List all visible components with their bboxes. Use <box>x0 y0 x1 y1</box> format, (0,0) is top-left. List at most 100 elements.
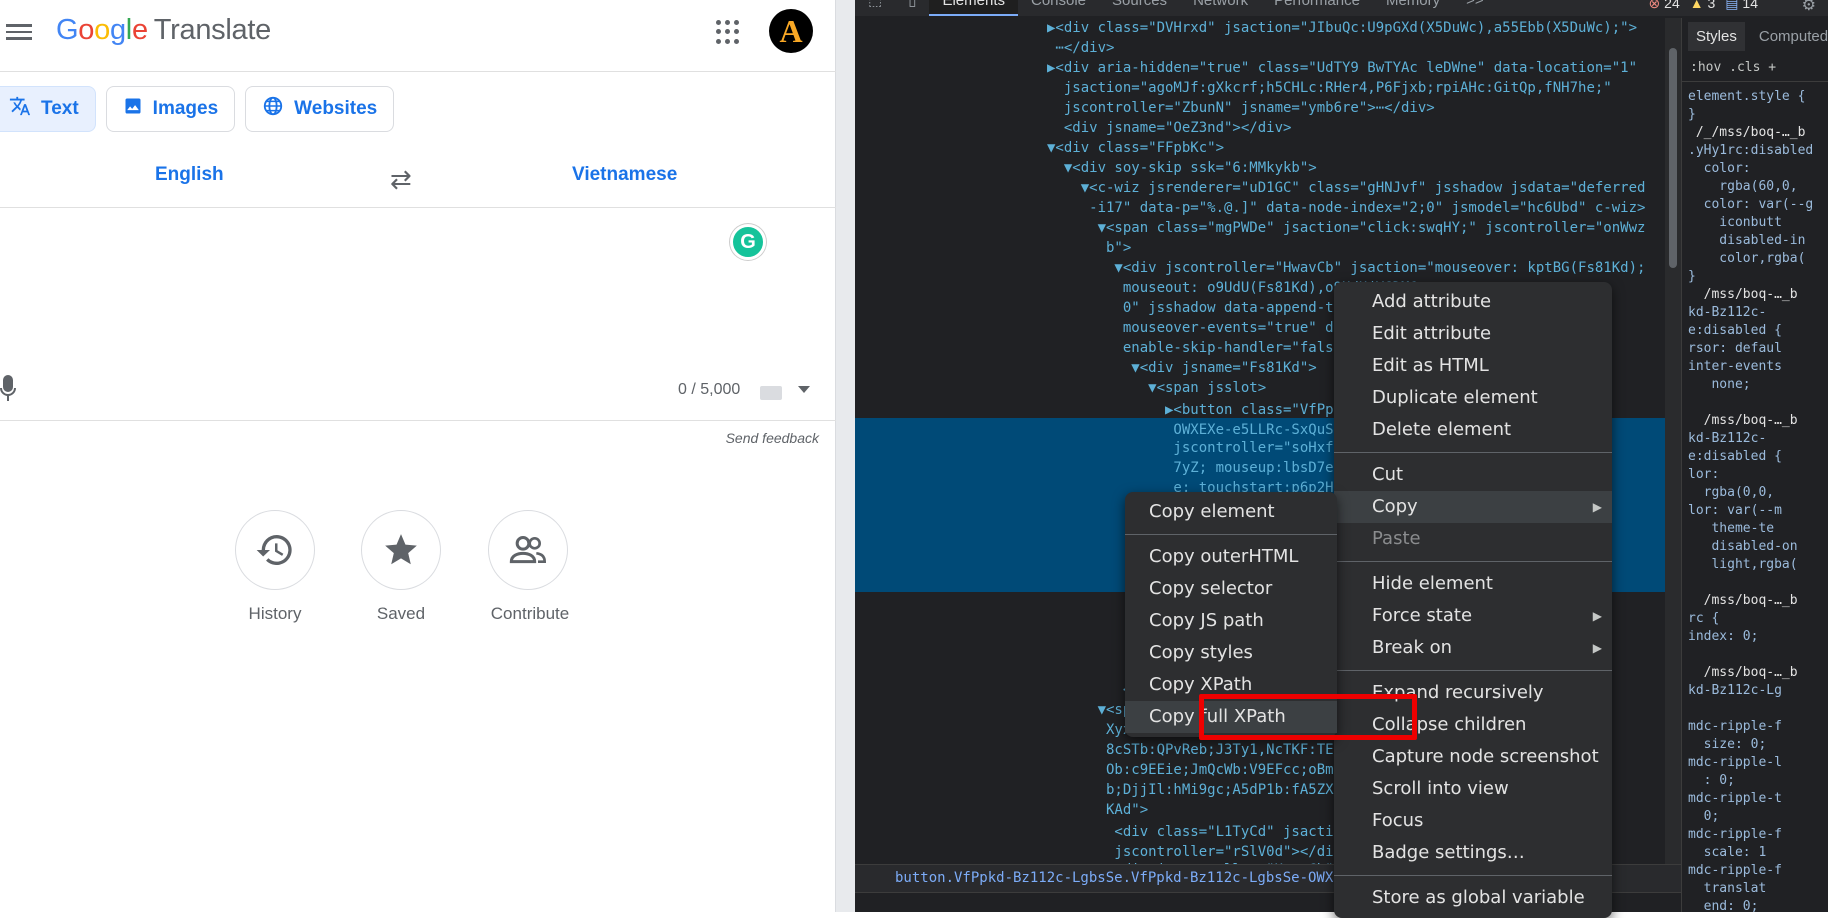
context-menu-item[interactable]: Add attribute <box>1334 286 1612 318</box>
style-rule-line[interactable]: iconbutt <box>1688 214 1782 232</box>
style-rule-line[interactable]: lor: <box>1688 466 1719 484</box>
more-tabs-icon[interactable]: >> <box>1453 0 1497 16</box>
context-menu-item[interactable]: Duplicate element <box>1334 382 1612 414</box>
context-menu-item[interactable]: Capture node screenshot <box>1334 741 1612 773</box>
context-menu-item[interactable]: Delete element <box>1334 414 1612 446</box>
avatar[interactable]: A <box>769 9 813 53</box>
style-rule-line[interactable]: rc { <box>1688 610 1719 628</box>
context-menu-item[interactable]: Scroll into view <box>1334 773 1612 805</box>
tab-images[interactable]: Images <box>105 86 236 132</box>
inspect-icon[interactable]: ⬚ <box>855 0 895 16</box>
swap-languages-icon[interactable]: ⇄ <box>390 164 412 195</box>
microphone-icon[interactable] <box>0 375 16 403</box>
main-menu-icon[interactable] <box>6 20 32 42</box>
copy-menu-item[interactable]: Copy selector <box>1125 573 1337 605</box>
copy-menu-item[interactable]: Copy JS path <box>1125 605 1337 637</box>
dom-node-line[interactable]: ▼<span jsslot> <box>1047 378 1266 398</box>
apps-grid-icon[interactable] <box>716 20 740 44</box>
tab-elements[interactable]: Elements <box>929 0 1018 16</box>
dom-node-line[interactable]: b"> <box>1047 238 1131 258</box>
style-rule-line[interactable]: .yHy1rc:disabled <box>1688 142 1813 160</box>
dom-node-line[interactable]: ▼<div soy-skip ssk="6:MMkykb"> <box>1047 158 1317 178</box>
dom-node-line[interactable]: <div jsname="OeZ3nd"></div> <box>1047 118 1292 138</box>
saved-button[interactable]: Saved <box>361 510 441 624</box>
context-menu-item[interactable]: Edit attribute <box>1334 318 1612 350</box>
tab-performance[interactable]: Performance <box>1261 0 1373 16</box>
context-menu-item[interactable]: Copy ▶ <box>1334 491 1612 523</box>
dom-node-line[interactable]: jscontroller="ZbunN" jsname="ymb6re">⋯</… <box>1047 98 1435 118</box>
dom-node-line[interactable]: ▼<div jscontroller="HwavCb" jsaction="mo… <box>1047 258 1645 278</box>
style-rule-line[interactable]: /mss/boq-…_b <box>1688 412 1798 430</box>
history-button[interactable]: History <box>235 510 315 624</box>
style-rule-line[interactable]: e:disabled { <box>1688 448 1782 466</box>
dom-node-line[interactable]: -i17" data-p="%.@.]" data-node-index="2;… <box>1047 198 1645 218</box>
style-rule-line[interactable]: mdc-ripple-f <box>1688 826 1782 844</box>
send-feedback-link[interactable]: Send feedback <box>726 430 819 446</box>
google-translate-logo[interactable]: Google Translate <box>56 14 271 47</box>
style-rule-line[interactable]: 0; <box>1688 808 1720 826</box>
context-menu-item[interactable]: Cut <box>1334 459 1612 491</box>
style-rule-line[interactable]: inter-events <box>1688 358 1782 376</box>
style-rule-line[interactable]: scale: 1 <box>1688 844 1767 862</box>
dom-node-line[interactable]: ▼<div class="FFpbKc"> <box>1047 138 1224 158</box>
copy-menu-item[interactable]: Copy styles <box>1125 637 1337 669</box>
source-language-button[interactable]: English <box>155 164 224 186</box>
style-rule-line[interactable]: lor: var(--m <box>1688 502 1782 520</box>
style-rule-line[interactable]: rgba(0,0, <box>1688 484 1774 502</box>
style-rule-line[interactable]: /mss/boq-…_b <box>1688 286 1798 304</box>
style-rule-line[interactable]: color: <box>1688 160 1751 178</box>
tab-websites[interactable]: Websites <box>245 86 395 132</box>
panel-splitter[interactable] <box>836 0 855 912</box>
style-rule-line[interactable]: mdc-ripple-t <box>1688 790 1782 808</box>
style-rule-line[interactable]: index: 0; <box>1688 628 1758 646</box>
dom-node-line[interactable]: ▶<div aria-hidden="true" class="UdTY9 Bw… <box>1047 58 1637 78</box>
tab-styles[interactable]: Styles <box>1688 21 1745 51</box>
issue-badges[interactable]: ⊗ 24 ▲ 3 ▤ 14 <box>1649 0 1758 12</box>
style-rule-line[interactable]: rsor: defaul <box>1688 340 1782 358</box>
styles-filter-bar[interactable]: :hov .cls + <box>1682 54 1828 82</box>
dom-node-line[interactable]: KAd"> <box>1047 800 1148 820</box>
style-rule-line[interactable]: theme-te <box>1688 520 1774 538</box>
style-rule-line[interactable]: translat <box>1688 880 1767 898</box>
style-rule-line[interactable]: : 0; <box>1688 772 1735 790</box>
context-menu-item[interactable]: Badge settings… <box>1334 837 1612 869</box>
context-menu-item[interactable]: Store as global variable <box>1334 882 1612 914</box>
chevron-down-icon[interactable] <box>798 386 810 393</box>
style-rule-line[interactable]: /_/mss/boq-…_b <box>1688 124 1806 142</box>
style-rule-line[interactable]: size: 0; <box>1688 736 1767 754</box>
tab-memory[interactable]: Memory <box>1373 0 1453 16</box>
style-rule-line[interactable]: e:disabled { <box>1688 322 1782 340</box>
style-rule-line[interactable]: mdc-ripple-l <box>1688 754 1782 772</box>
target-language-button[interactable]: Vietnamese <box>572 164 677 186</box>
tab-computed[interactable]: Computed <box>1759 28 1828 45</box>
style-rule-line[interactable]: color: var(--g <box>1688 196 1814 214</box>
context-menu-item[interactable]: Edit as HTML <box>1334 350 1612 382</box>
style-rule-line[interactable]: kd-Bz112c- <box>1688 430 1766 448</box>
style-rule-line[interactable]: mdc-ripple-f <box>1688 862 1782 880</box>
copy-menu-item[interactable]: Copy outerHTML <box>1125 541 1337 573</box>
dom-node-line[interactable]: ⋯</div> <box>1047 38 1114 58</box>
style-rule-line[interactable]: kd-Bz112c- <box>1688 304 1766 322</box>
style-rule-line[interactable]: } <box>1688 106 1696 124</box>
tab-sources[interactable]: Sources <box>1099 0 1180 16</box>
dom-node-line[interactable]: ▼<span class="mgPWDe" jsaction="click:sw… <box>1047 218 1646 238</box>
scrollbar-thumb[interactable] <box>1669 48 1677 268</box>
style-rule-line[interactable]: light,rgba( <box>1688 556 1797 574</box>
context-menu-item[interactable]: Hide element <box>1334 568 1612 600</box>
dom-node-line[interactable]: ▼<c-wiz jsrenderer="uD1GC" class="gHNJvf… <box>1047 178 1646 198</box>
tab-network[interactable]: Network <box>1180 0 1261 16</box>
style-rule-line[interactable]: disabled-on <box>1688 538 1797 556</box>
dom-node-line[interactable]: ▶<div class="DVHrxd" jsaction="JIbuQc:U9… <box>1047 18 1637 38</box>
context-menu-item[interactable]: Force state ▶ <box>1334 600 1612 632</box>
style-rule-line[interactable]: /mss/boq-…_b <box>1688 664 1798 682</box>
context-menu-item[interactable]: Break on ▶ <box>1334 632 1612 664</box>
style-rule-line[interactable]: disabled-in <box>1688 232 1805 250</box>
tab-console[interactable]: Console <box>1018 0 1099 16</box>
style-rule-line[interactable]: kd-Bz112c-Lg <box>1688 682 1782 700</box>
style-rule-line[interactable]: element.style { <box>1688 88 1805 106</box>
keyboard-icon[interactable] <box>760 386 782 400</box>
copy-menu-item[interactable]: Copy element <box>1125 496 1337 528</box>
dom-node-line[interactable]: ▼<div jsname="Fs81Kd"> <box>1047 358 1316 378</box>
style-rule-line[interactable]: none; <box>1688 376 1750 394</box>
device-toolbar-icon[interactable]: ▯ <box>895 0 929 16</box>
